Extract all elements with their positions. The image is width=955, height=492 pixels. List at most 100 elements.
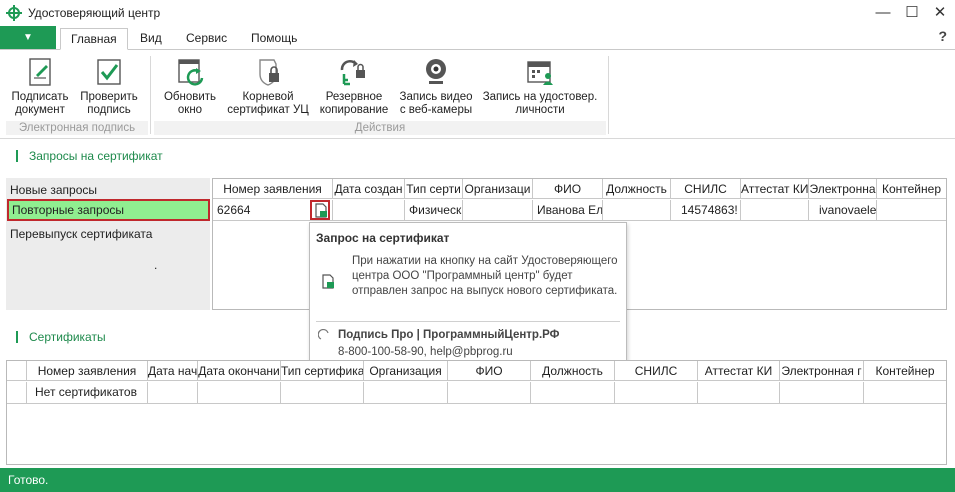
column-header-container[interactable]: Контейнер [864,361,946,381]
cell-empty [281,382,364,403]
table-row[interactable]: 62664 Физическ Иванова Ел 14574863! ivan… [213,200,946,220]
column-header-attestat[interactable]: Аттестат КИ [698,361,780,381]
refresh-icon [178,59,204,86]
tab-view[interactable]: Вид [130,28,172,50]
column-header-cert-type[interactable]: Тип сертифика [281,361,364,381]
ribbon-divider-end [608,56,609,134]
cell-organization [463,200,533,220]
verify-signature-button[interactable]: Проверить подпись [76,56,142,117]
tooltip-footer: Подпись Про | ПрограммныйЦентр.РФ [338,329,560,341]
calendar-person-icon [527,61,553,85]
document-request-icon [315,203,327,218]
document-request-icon [322,274,334,289]
column-header-fio[interactable]: ФИО [533,179,603,199]
cell-empty [448,382,531,403]
section-accent-bar [16,331,18,343]
backup-button[interactable]: Резервное копирование [314,56,394,117]
cell-empty [198,382,281,403]
column-header-type[interactable]: Тип серти [405,179,463,199]
verify-signature-label: Проверить подпись [80,91,138,116]
tooltip-title: Запрос на сертификат [316,231,450,245]
requests-section-title: Запросы на сертификат [29,149,163,163]
column-header-number[interactable]: Номер заявления [213,179,333,199]
root-certificate-label: Корневой сертификат УЦ [227,91,309,116]
column-header-organization[interactable]: Организаци [463,179,533,199]
sign-document-label: Подписать документ [11,91,69,116]
ribbon-panel: Подписать документ Проверить подпись Эле… [0,50,955,139]
column-header-number[interactable]: Номер заявления [27,361,148,381]
ribbon-tab-row: ▼ Главная Вид Сервис Помощь ? [0,26,955,50]
backup-label: Резервное копирование [319,91,389,116]
column-header-start-date[interactable]: Дата нач [148,361,198,381]
refresh-window-button[interactable]: Обновить окно [158,56,222,117]
status-bar: Готово. [0,468,955,492]
root-certificate-button[interactable]: Корневой сертификат УЦ [224,56,312,117]
column-header-email[interactable]: Электронна [809,179,877,199]
identity-appointment-button[interactable]: Запись на удостовер. личности [480,56,600,117]
column-header-position[interactable]: Должность [531,361,615,381]
window-title: Удостоверяющий центр [28,6,161,20]
refresh-window-label: Обновить окно [163,91,217,116]
tab-help[interactable]: Помощь [241,28,307,50]
cell-fio: Иванова Ел [533,200,603,220]
title-bar: Удостоверяющий центр — ☐ ✕ [0,0,955,26]
cell-empty [148,382,198,403]
empty-certificates-text: Нет сертификатов [27,382,148,403]
tab-service[interactable]: Сервис [176,28,237,50]
certificates-section-title: Сертификаты [29,330,106,344]
shield-lock-icon [259,59,279,86]
column-header-organization[interactable]: Организация [364,361,448,381]
table-row: Нет сертификатов [7,382,946,404]
webcam-recording-button[interactable]: Запись видео с веб-камеры [396,56,476,117]
certificates-table: Номер заявления Дата нач Дата окончани Т… [6,360,947,465]
column-header-position[interactable]: Должность [603,179,671,199]
column-header-date[interactable]: Дата создан [333,179,405,199]
tooltip-body: При нажатии на кнопку на сайт Удостоверя… [352,255,618,297]
sign-document-button[interactable]: Подписать документ [8,56,72,117]
cell-email: ivanovaele [809,200,877,220]
sign-document-icon [29,58,51,86]
send-request-button[interactable] [310,200,330,220]
column-header-email[interactable]: Электронная г [780,361,864,381]
column-header-snils[interactable]: СНИЛС [615,361,698,381]
cell-empty [364,382,448,403]
tab-home[interactable]: Главная [60,28,128,50]
column-header-container[interactable]: Контейнер [877,179,946,199]
section-accent-bar [16,150,18,162]
column-header-selector [7,361,27,381]
list-item-new-requests[interactable]: Новые запросы [10,183,97,197]
file-menu-button[interactable]: ▼ [0,26,56,49]
help-icon[interactable]: ? [938,28,947,44]
webcam-icon [426,59,446,84]
minimize-button[interactable]: — [869,0,897,26]
cell-date [333,200,405,220]
tooltip-contact: 8-800-100-58-90, help@pbprog.ru [338,346,513,358]
cell-container [877,200,946,220]
cell-empty [698,382,780,403]
cell-empty [864,382,946,403]
column-header-snils[interactable]: СНИЛС [671,179,741,199]
cell-type: Физическ [405,200,463,220]
backup-lock-icon [340,60,365,86]
column-header-attestat[interactable]: Аттестат КИ [741,179,809,199]
cell-empty [615,382,698,403]
requests-table-header: Номер заявления Дата создан Тип серти Ор… [213,179,946,199]
cell-selector [7,382,27,403]
cell-attestat [741,200,809,220]
ribbon-divider [150,56,151,134]
certificates-table-header: Номер заявления Дата нач Дата окончани Т… [7,361,946,381]
cell-position [603,200,671,220]
list-item-reissue-certificate[interactable]: Перевыпуск сертификата [10,227,152,241]
webcam-recording-label: Запись видео с веб-камеры [399,91,473,116]
list-item-repeat-requests[interactable]: Повторные запросы [7,199,210,221]
cell-empty [780,382,864,403]
column-header-fio[interactable]: ФИО [448,361,531,381]
row-divider [213,220,946,221]
column-header-end-date[interactable]: Дата окончани [198,361,281,381]
tooltip-divider [316,321,620,322]
group-label-actions: Действия [154,121,606,135]
app-logo-icon [6,5,22,21]
maximize-button[interactable]: ☐ [898,0,926,26]
close-button[interactable]: ✕ [926,0,954,26]
request-category-list: Новые запросы Повторные запросы Перевыпу… [6,178,210,310]
